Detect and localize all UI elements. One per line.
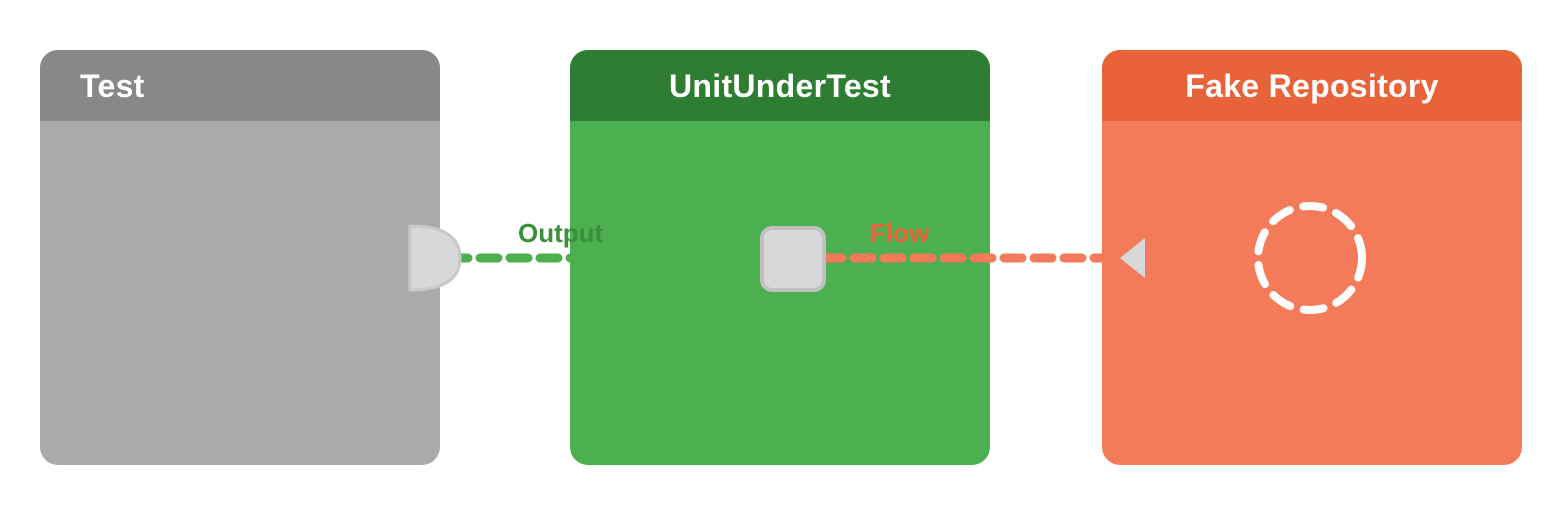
diagram: Test UnitUnderTest Fake Repository <box>0 0 1562 513</box>
fake-box: Fake Repository <box>1102 50 1522 465</box>
fake-box-header: Fake Repository <box>1102 50 1522 121</box>
test-box-header: Test <box>40 50 440 121</box>
test-box-body <box>40 121 440 465</box>
unit-box-header: UnitUnderTest <box>570 50 990 121</box>
unit-box-title: UnitUnderTest <box>669 68 891 105</box>
fake-box-body <box>1102 121 1522 465</box>
output-label: Output <box>518 218 603 249</box>
test-box-title: Test <box>80 68 145 105</box>
flow-label: Flow <box>870 218 929 249</box>
test-box: Test <box>40 50 440 465</box>
fake-box-title: Fake Repository <box>1185 68 1438 105</box>
unit-box-body <box>570 121 990 465</box>
unit-box: UnitUnderTest <box>570 50 990 465</box>
